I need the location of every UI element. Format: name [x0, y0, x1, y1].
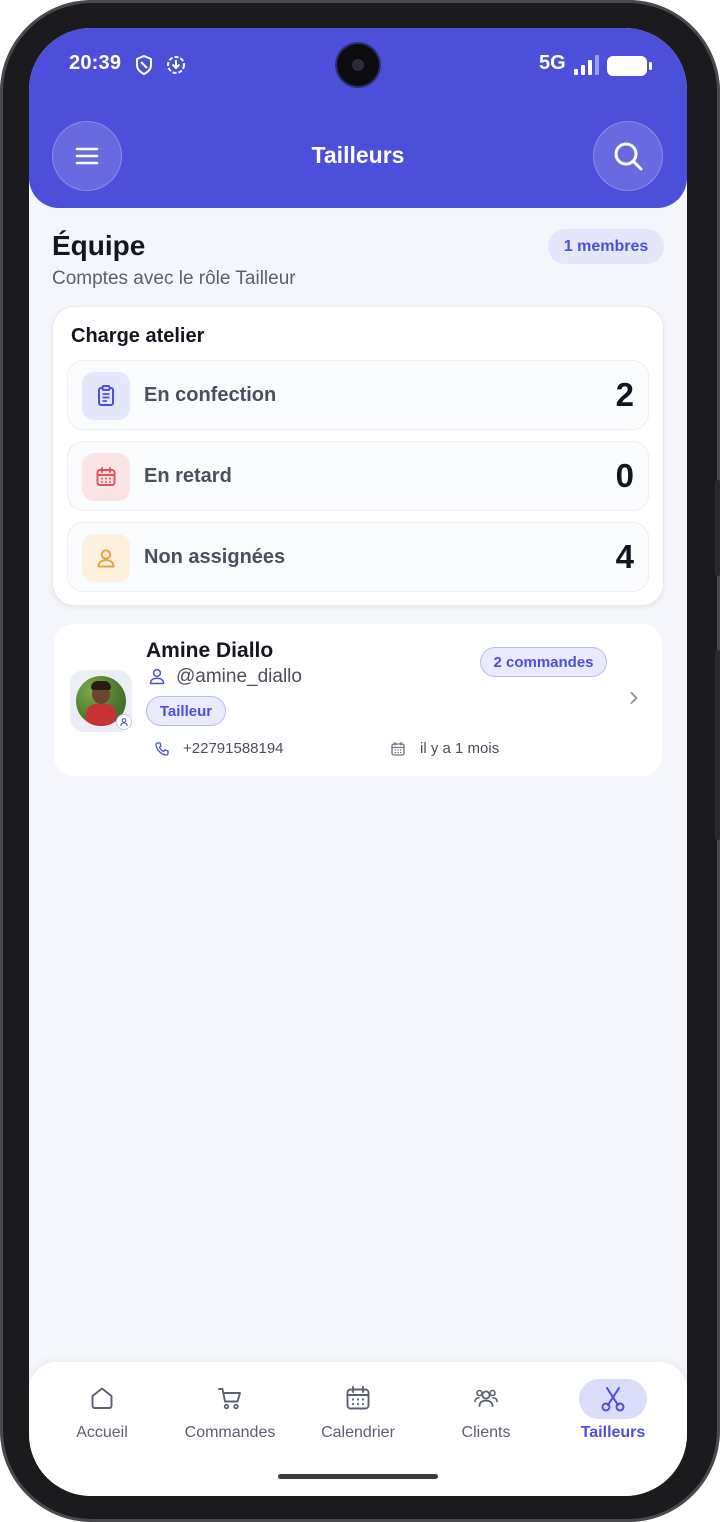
page-title: Tailleurs — [311, 142, 405, 168]
nav-item-accueil[interactable]: Accueil — [42, 1362, 162, 1452]
nav-label: Accueil — [76, 1424, 128, 1441]
users-icon — [474, 1389, 498, 1407]
nav-label: Commandes — [184, 1424, 276, 1441]
tailor-handle: @amine_diallo — [176, 666, 302, 687]
calendar-icon — [82, 453, 130, 501]
tailor-phone: +22791588194 — [183, 740, 284, 757]
profile-badge-icon — [116, 714, 132, 730]
nav-label: Clients — [461, 1424, 511, 1441]
signal-icon — [574, 55, 599, 75]
tailor-name: Amine Diallo — [146, 639, 274, 662]
section-subtitle: Comptes avec le rôle Tailleur — [52, 268, 296, 289]
volume-button — [715, 480, 720, 576]
search-button[interactable] — [593, 121, 663, 191]
network-indicator: 5G — [539, 52, 566, 74]
nav-item-calendrier[interactable]: Calendrier — [298, 1362, 418, 1452]
scissors-icon — [601, 1387, 625, 1412]
phone-frame: 20:39 5G Tailleurs Équipe Comptes avec l… — [0, 0, 720, 1522]
orders-count-chip: 2 commandes — [480, 647, 607, 677]
members-count-badge: 1 membres — [548, 229, 664, 264]
clipboard-icon — [82, 372, 130, 420]
workload-value: 0 — [615, 457, 634, 494]
tailor-joined-date: il y a 1 mois — [420, 740, 500, 757]
workload-title: Charge atelier — [71, 325, 205, 347]
app-screen: 20:39 5G Tailleurs Équipe Comptes avec l… — [29, 28, 687, 1496]
cart-icon — [218, 1388, 241, 1410]
workload-card: Charge atelier En confection 2 En retard… — [52, 306, 664, 606]
nav-item-clients[interactable]: Clients — [426, 1362, 546, 1452]
front-camera — [337, 44, 379, 86]
home-indicator — [278, 1474, 438, 1479]
avatar — [70, 670, 132, 732]
role-chip: Tailleur — [146, 696, 226, 726]
search-icon — [614, 142, 643, 171]
workload-row-late[interactable]: En retard 0 — [67, 441, 649, 511]
nav-item-tailleurs[interactable]: Tailleurs — [553, 1362, 673, 1452]
status-time: 20:39 — [69, 52, 122, 74]
calendar-icon — [391, 741, 405, 756]
calendar-icon — [346, 1386, 370, 1410]
user-icon — [82, 534, 130, 582]
download-status-icon — [167, 56, 185, 74]
phone-icon — [155, 742, 169, 756]
shield-icon — [136, 54, 152, 76]
chevron-right-icon[interactable] — [628, 690, 640, 706]
workload-value: 4 — [615, 538, 634, 575]
tailor-card[interactable]: Amine Diallo @amine_diallo Tailleur 2 co… — [54, 624, 662, 776]
app-header: 20:39 5G Tailleurs — [29, 28, 687, 208]
nav-label: Tailleurs — [580, 1424, 646, 1441]
home-icon — [91, 1387, 113, 1409]
workload-label: En confection — [144, 384, 277, 406]
workload-value: 2 — [615, 376, 634, 413]
battery-icon — [607, 56, 652, 76]
workload-row-unassigned[interactable]: Non assignées 4 — [67, 522, 649, 592]
workload-label: Non assignées — [144, 546, 286, 568]
workload-label: En retard — [144, 465, 232, 487]
power-button — [715, 650, 720, 840]
nav-item-commandes[interactable]: Commandes — [170, 1362, 290, 1452]
user-icon — [149, 668, 165, 685]
workload-row-in-progress[interactable]: En confection 2 — [67, 360, 649, 430]
section-title: Équipe — [52, 230, 146, 261]
nav-label: Calendrier — [321, 1424, 395, 1441]
